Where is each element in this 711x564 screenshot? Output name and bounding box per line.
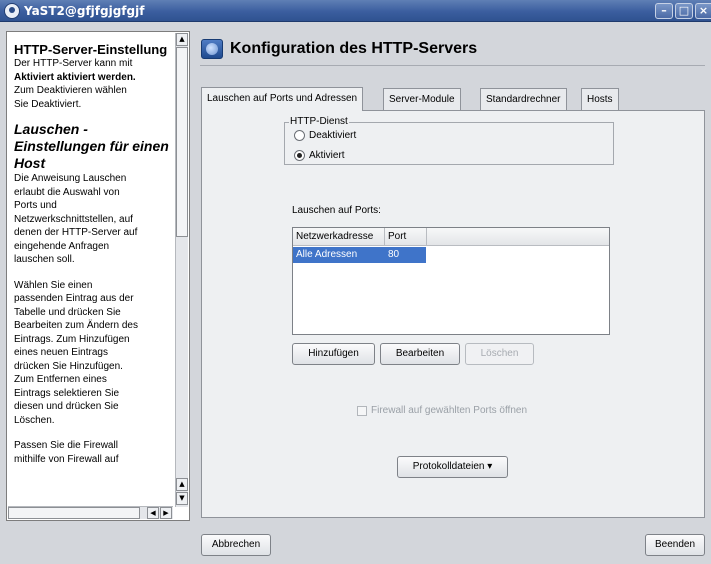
page-title: Konfiguration des HTTP-Servers (230, 40, 478, 57)
edit-button[interactable]: Bearbeiten (380, 343, 460, 365)
tab-default-host[interactable]: Standardrechner (480, 88, 567, 110)
help-para-3: Wählen Sie einen passenden Eintrag aus d… (14, 279, 138, 426)
scroll-up-icon[interactable]: ▲ (176, 478, 188, 491)
checkbox-icon[interactable] (357, 405, 367, 416)
http-service-legend: HTTP-Dienst (289, 116, 349, 127)
http-service-group: HTTP-Dienst Deaktiviert Aktiviert (284, 116, 614, 165)
radio-checked-icon[interactable] (294, 149, 305, 161)
minimize-button[interactable]: – (655, 3, 673, 19)
help-vertical-scrollbar[interactable]: ▲ ▲ ▼ (175, 33, 188, 507)
maximize-button[interactable]: □ (675, 3, 693, 19)
log-files-label: Protokolldateien (412, 461, 485, 472)
add-button[interactable]: Hinzufügen (292, 343, 375, 365)
firewall-checkbox-row[interactable]: Firewall auf gewählten Ports öffnen (357, 405, 527, 416)
column-header-address[interactable]: Netzwerkadresse (293, 228, 385, 246)
help-para-1: Der HTTP-Server kann mit Aktiviert aktiv… (14, 58, 136, 110)
title-divider (200, 65, 705, 66)
hscroll-thumb[interactable] (8, 507, 140, 519)
column-header-filler (427, 228, 609, 246)
ports-label: Lauschen auf Ports: (292, 205, 381, 216)
cell-port: 80 (388, 249, 400, 260)
bottom-bar (0, 522, 711, 564)
help-panel[interactable]: HTTP-Server-Einstellung Der HTTP-Server … (6, 31, 190, 521)
web-server-icon (201, 39, 223, 59)
chevron-down-icon: ▾ (487, 461, 493, 472)
firewall-checkbox-label: Firewall auf gewählten Ports öffnen (371, 405, 528, 416)
finish-button[interactable]: Beenden (645, 534, 705, 556)
help-horizontal-scrollbar[interactable]: ◀ ▶ (8, 506, 173, 519)
tab-listen-ports[interactable]: Lauschen auf Ports und Adressen (201, 87, 364, 111)
log-files-button[interactable]: Protokolldateien ▾ (397, 456, 508, 478)
help-subheading: Lauschen - Einstellungen für einen Host (14, 121, 169, 171)
help-para-2: Die Anweisung Lauschen erlaubt die Auswa… (14, 173, 138, 265)
scroll-left-icon[interactable]: ◀ (147, 507, 159, 519)
cancel-button[interactable]: Abbrechen (201, 534, 271, 556)
scroll-thumb[interactable] (176, 47, 188, 237)
help-para-4: Passen Sie die Firewall mithilfe von Fir… (14, 440, 119, 465)
scroll-right-icon[interactable]: ▶ (160, 507, 172, 519)
yast-app-icon (4, 3, 20, 19)
radio-deactivated[interactable]: Deaktiviert (294, 128, 356, 142)
help-content: HTTP-Server-Einstellung Der HTTP-Server … (8, 33, 173, 507)
close-button[interactable]: × (695, 3, 711, 19)
window-titlebar: YaST2@gfjfgjgfgjf – □ × (0, 0, 711, 22)
cell-address: Alle Adressen (296, 249, 358, 260)
radio-unchecked-icon[interactable] (294, 129, 305, 141)
radio-deactivated-label: Deaktiviert (309, 129, 357, 141)
help-heading: HTTP-Server-Einstellung (14, 42, 168, 57)
tab-server-modules[interactable]: Server-Module (383, 88, 461, 110)
tab-hosts[interactable]: Hosts (581, 88, 619, 110)
scroll-up-icon[interactable]: ▲ (176, 33, 188, 46)
radio-activated-label: Aktiviert (309, 149, 345, 161)
table-row[interactable]: Alle Adressen 80 (293, 247, 426, 263)
delete-button[interactable]: Löschen (465, 343, 534, 365)
column-header-port[interactable]: Port (385, 228, 427, 246)
window-title: YaST2@gfjfgjgfgjf (24, 4, 145, 18)
radio-activated[interactable]: Aktiviert (294, 148, 345, 162)
scroll-down-icon[interactable]: ▼ (176, 492, 188, 505)
ports-table[interactable]: Netzwerkadresse Port Alle Adressen 80 (292, 227, 610, 335)
